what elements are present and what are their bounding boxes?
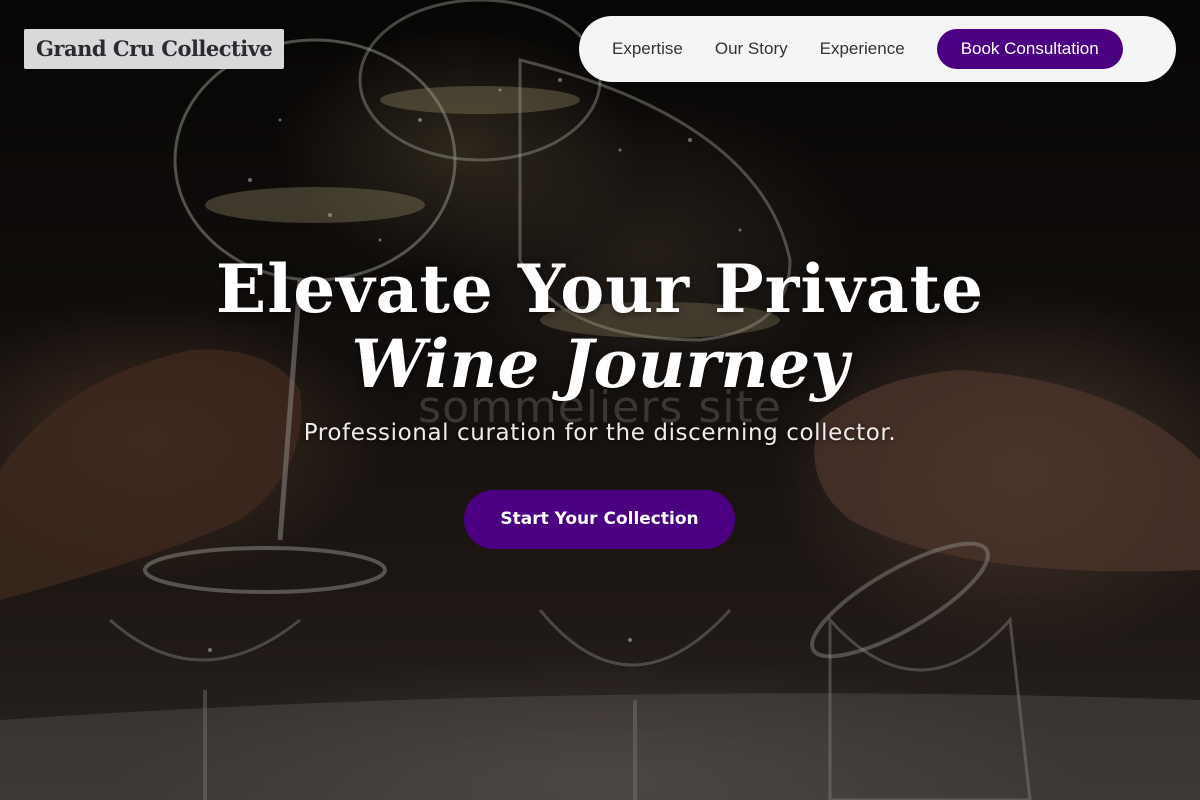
- book-consultation-button[interactable]: Book Consultation: [936, 29, 1123, 69]
- brand-logo[interactable]: Grand Cru Collective: [24, 29, 285, 69]
- hero-headline: Elevate Your Private Wine Journey: [0, 250, 1200, 400]
- nav-link-expertise[interactable]: Expertise: [612, 39, 683, 59]
- hero-headline-line1: Elevate Your Private: [215, 250, 985, 328]
- start-collection-button[interactable]: Start Your Collection: [464, 490, 735, 549]
- hero-subtitle: Professional curation for the discerning…: [303, 420, 897, 446]
- nav-link-our-story[interactable]: Our Story: [715, 39, 788, 59]
- nav-link-experience[interactable]: Experience: [820, 39, 905, 59]
- top-navigation: Expertise Our Story Experience Book Cons…: [579, 16, 1176, 82]
